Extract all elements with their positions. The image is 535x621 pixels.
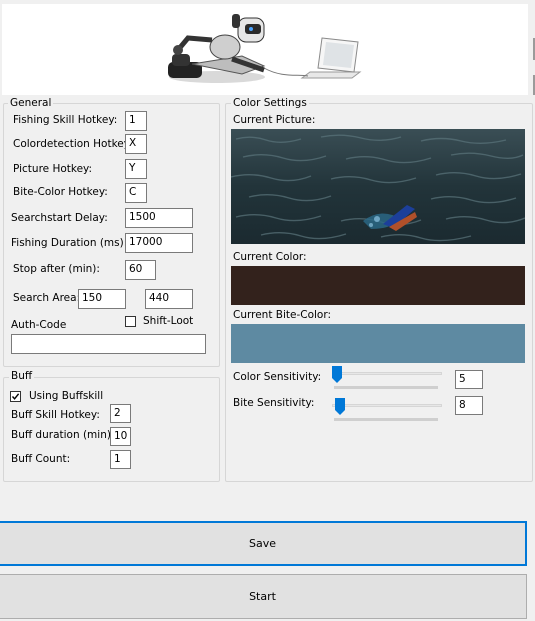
buff-duration-field[interactable]: 10 (110, 427, 131, 446)
current-picture-preview (230, 129, 526, 244)
color-sensitivity-label: Color Sensitivity: (233, 371, 322, 383)
water-bobber-image (230, 129, 526, 244)
slider-ticks (334, 386, 438, 389)
current-bite-color-swatch (231, 324, 525, 363)
using-buffskill-checkbox[interactable] (10, 391, 21, 402)
current-picture-label: Current Picture: (233, 114, 316, 126)
general-group-title: General (8, 97, 54, 109)
fishing-duration-field[interactable]: 17000 (125, 233, 193, 253)
fishing-skill-hotkey-field[interactable]: 1 (125, 111, 147, 131)
bite-sensitivity-slider[interactable] (332, 398, 442, 424)
searchstart-delay-label: Searchstart Delay: (11, 212, 108, 224)
checkmark-icon (11, 393, 20, 400)
using-buffskill-label: Using Buffskill (29, 390, 104, 402)
fishing-skill-hotkey-label: Fishing Skill Hotkey: (13, 114, 118, 126)
picture-hotkey-field[interactable]: Y (125, 159, 147, 179)
searchstart-delay-field[interactable]: 1500 (125, 208, 193, 228)
color-settings-group-title: Color Settings (231, 97, 309, 109)
search-area-label: Search Area: (13, 292, 81, 304)
slider-ticks (334, 418, 438, 421)
fishing-duration-label: Fishing Duration (ms): (11, 237, 128, 249)
buff-duration-label: Buff duration (min): (11, 429, 115, 441)
auth-code-field[interactable] (11, 334, 206, 354)
slider-thumb-icon[interactable] (335, 398, 345, 415)
robot-laptop-illustration (168, 14, 362, 83)
save-button[interactable]: Save (0, 521, 527, 566)
shift-loot-label: Shift-Loot (143, 315, 194, 327)
search-area-y-field[interactable]: 440 (145, 289, 193, 309)
slider-thumb-icon[interactable] (332, 366, 342, 383)
current-color-label: Current Color: (233, 251, 307, 263)
buff-count-field[interactable]: 1 (110, 450, 131, 469)
color-sensitivity-slider[interactable] (332, 366, 442, 392)
current-color-swatch (231, 266, 525, 305)
color-sensitivity-value[interactable]: 5 (455, 370, 483, 389)
bite-sensitivity-label: Bite Sensitivity: (233, 397, 315, 409)
buff-group-title: Buff (9, 370, 35, 382)
picture-hotkey-label: Picture Hotkey: (13, 163, 93, 175)
bite-sensitivity-value[interactable]: 8 (455, 396, 483, 415)
start-button[interactable]: Start (0, 574, 527, 619)
slider-track (332, 404, 442, 407)
search-area-x-field[interactable]: 150 (78, 289, 126, 309)
buff-skill-hotkey-label: Buff Skill Hotkey: (11, 409, 100, 421)
buff-skill-hotkey-field[interactable]: 2 (110, 404, 131, 423)
auth-code-label: Auth-Code (11, 319, 67, 331)
stop-after-field[interactable]: 60 (125, 260, 156, 280)
banner-image (2, 4, 528, 95)
colordetection-hotkey-label: Colordetection Hotkey: (13, 138, 133, 150)
bite-color-hotkey-field[interactable]: C (125, 183, 147, 203)
colordetection-hotkey-field[interactable]: X (125, 134, 147, 154)
stop-after-label: Stop after (min): (13, 263, 100, 275)
bite-color-hotkey-label: Bite-Color Hotkey: (13, 186, 108, 198)
slider-track (332, 372, 442, 375)
current-bite-color-label: Current Bite-Color: (233, 309, 332, 321)
buff-count-label: Buff Count: (11, 453, 71, 465)
shift-loot-checkbox[interactable] (125, 316, 136, 327)
